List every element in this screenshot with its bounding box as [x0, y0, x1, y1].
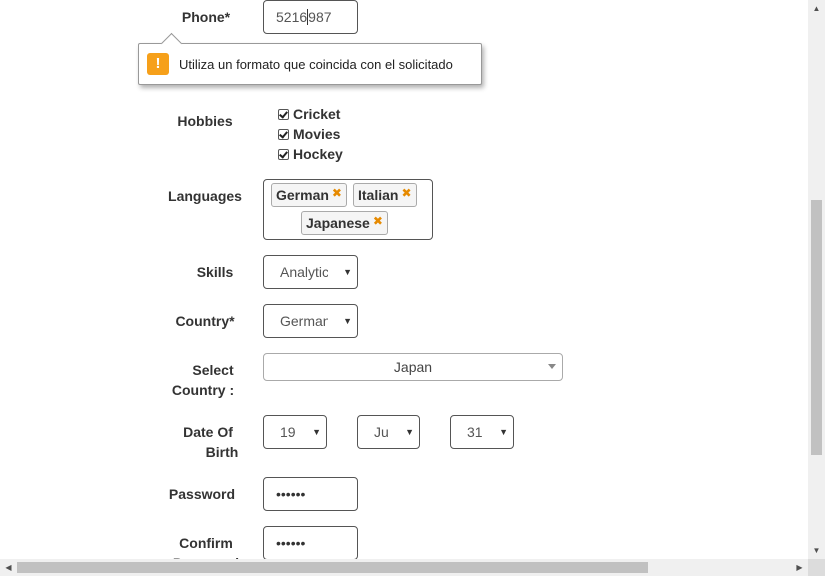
chevron-down-icon: ▼ — [343, 267, 352, 277]
horizontal-scroll-thumb[interactable] — [17, 562, 648, 573]
movies-label: Movies — [293, 126, 341, 142]
country-label: Country* — [175, 313, 235, 329]
dob-label-line1: Date Of — [183, 424, 233, 440]
registration-form-page: Phone* 5216987 ! Utiliza un formato que … — [0, 0, 825, 576]
cricket-checkbox[interactable] — [278, 108, 289, 120]
vertical-scrollbar[interactable]: ▲ ▼ — [808, 0, 825, 559]
validation-tooltip: ! Utiliza un formato que coincida con el… — [138, 32, 482, 85]
language-tag-label: Japanese — [306, 215, 370, 231]
dob-day-value: 31 — [467, 424, 483, 440]
password-masked-value: •••••• — [276, 486, 306, 502]
phone-label: Phone* — [181, 9, 231, 25]
scroll-down-icon[interactable]: ▼ — [808, 542, 825, 559]
skills-label: Skills — [196, 264, 234, 280]
country-select[interactable]: Germany ▼ — [263, 304, 358, 338]
hobby-hockey-option[interactable]: Hockey — [278, 144, 343, 164]
dob-label-line2: Birth — [205, 444, 239, 460]
language-tag-german: German ✖ — [271, 183, 347, 207]
password-input[interactable]: •••••• — [263, 477, 358, 511]
vertical-scroll-thumb[interactable] — [811, 200, 822, 455]
select-country-value: Japan — [393, 359, 433, 375]
select-country-label-line1: Select — [192, 362, 234, 378]
validation-message: Utiliza un formato que coincida con el s… — [179, 57, 453, 72]
password-label: Password — [168, 486, 236, 502]
warning-icon: ! — [147, 53, 169, 75]
skills-select[interactable]: Analytics ▼ — [263, 255, 358, 289]
phone-value-end: 987 — [308, 9, 332, 25]
confirm-password-input[interactable]: •••••• — [263, 526, 358, 560]
language-tag-italian: Italian ✖ — [353, 183, 417, 207]
hobby-cricket-option[interactable]: Cricket — [278, 104, 340, 124]
scroll-left-icon[interactable]: ◀ — [0, 559, 17, 576]
remove-tag-icon[interactable]: ✖ — [401, 186, 411, 200]
horizontal-scrollbar[interactable]: ◀ ▶ — [0, 559, 808, 576]
dob-year-select[interactable]: 19 ▼ — [263, 415, 327, 449]
movies-checkbox[interactable] — [278, 128, 289, 140]
hobby-movies-option[interactable]: Movies — [278, 124, 340, 144]
country-selected-value: Germany — [280, 313, 328, 329]
language-tag-label: Italian — [358, 187, 399, 203]
scrollbar-corner — [808, 559, 825, 576]
scroll-up-icon[interactable]: ▲ — [808, 0, 825, 17]
select-country-label-line2: Country : — [171, 382, 235, 398]
confirm-password-masked-value: •••••• — [276, 535, 306, 551]
hockey-label: Hockey — [293, 146, 343, 162]
languages-multiselect[interactable]: German ✖ Italian ✖ Japanese ✖ — [263, 179, 433, 240]
skills-selected-value: Analytics — [280, 264, 328, 280]
tooltip-pointer — [160, 32, 183, 55]
hobbies-label: Hobbies — [177, 113, 233, 129]
chevron-down-icon: ▼ — [343, 316, 352, 326]
chevron-down-icon — [548, 364, 556, 369]
remove-tag-icon[interactable]: ✖ — [373, 214, 383, 228]
hockey-checkbox[interactable] — [278, 148, 289, 160]
language-tag-japanese: Japanese ✖ — [301, 211, 388, 235]
confirm-password-label-line1: Confirm — [179, 535, 233, 551]
phone-value-start: 5216 — [276, 9, 308, 25]
select-country-combobox[interactable]: Japan — [263, 353, 563, 381]
dob-year-value: 19 — [280, 424, 296, 440]
cricket-label: Cricket — [293, 106, 341, 122]
dob-month-select[interactable]: Ju ▼ — [357, 415, 420, 449]
dob-month-value: Ju — [374, 424, 389, 440]
dob-day-select[interactable]: 31 ▼ — [450, 415, 514, 449]
language-tag-label: German — [276, 187, 329, 203]
languages-label: Languages — [168, 188, 242, 204]
phone-input[interactable]: 5216987 — [263, 0, 358, 34]
chevron-down-icon: ▼ — [405, 427, 414, 437]
chevron-down-icon: ▼ — [499, 427, 508, 437]
remove-tag-icon[interactable]: ✖ — [332, 186, 342, 200]
chevron-down-icon: ▼ — [312, 427, 321, 437]
scroll-right-icon[interactable]: ▶ — [791, 559, 808, 576]
